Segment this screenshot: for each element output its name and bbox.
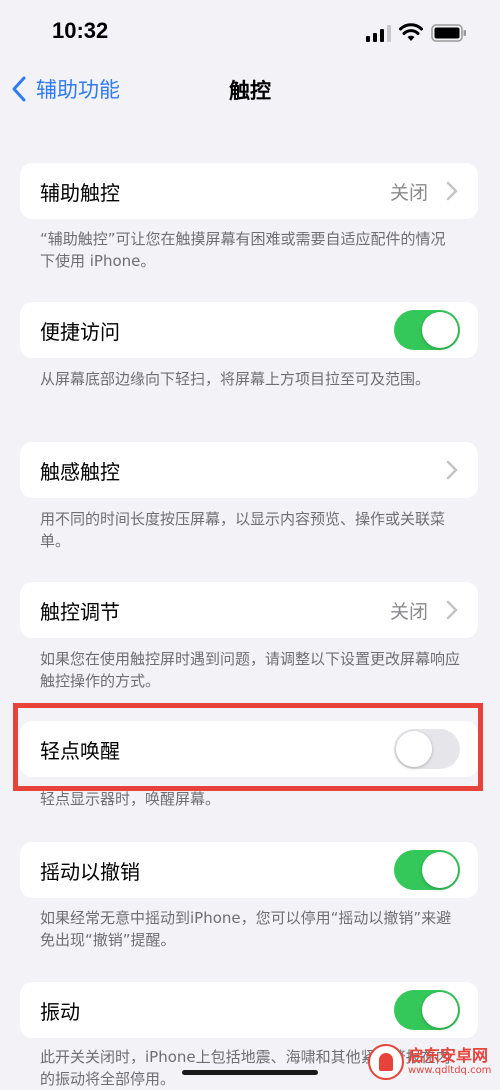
row-label: 辅助触控 bbox=[40, 181, 120, 205]
chevron-right-icon bbox=[446, 181, 458, 201]
watermark-url: www.qdltdq.com bbox=[408, 1064, 492, 1076]
row-label: 振动 bbox=[40, 1000, 80, 1024]
navigation-bar: 辅助功能 触控 bbox=[0, 64, 500, 114]
vibration-toggle[interactable] bbox=[394, 990, 460, 1030]
toggle-knob bbox=[422, 992, 458, 1028]
status-time: 10:32 bbox=[52, 18, 109, 43]
reachability-row: 便捷访问 bbox=[20, 302, 478, 358]
row-label: 触控调节 bbox=[40, 600, 120, 624]
reachability-description: 从屏幕底部边缘向下轻扫，将屏幕上方项目拉至可及范围。 bbox=[40, 370, 431, 388]
highlight-box bbox=[13, 703, 483, 791]
battery-icon bbox=[431, 24, 466, 42]
row-value: 关闭 bbox=[389, 182, 428, 204]
shake-to-undo-toggle[interactable] bbox=[394, 850, 460, 890]
status-bar: 10:32 bbox=[0, 0, 500, 64]
shake-to-undo-description: 如果经常无意中摇动到iPhone，您可以停用“摇动以撤销”来避免出现“撤销”提醒… bbox=[40, 909, 452, 949]
shake-to-undo-row: 摇动以撤销 bbox=[20, 842, 478, 898]
chevron-right-icon bbox=[446, 460, 458, 480]
watermark: 启东安卓网 www.qdltdq.com bbox=[368, 1040, 500, 1083]
touch-accommodations-description: 如果您在使用触控屏时遇到问题，请调整以下设置更改屏幕响应触控操作的方式。 bbox=[40, 650, 461, 690]
watermark-logo-icon bbox=[368, 1043, 404, 1080]
chevron-right-icon bbox=[446, 600, 458, 620]
home-indicator bbox=[182, 1070, 318, 1075]
row-value: 关闭 bbox=[389, 601, 428, 623]
row-label: 触感触控 bbox=[40, 460, 120, 484]
assistive-touch-description: “辅助触控”可让您在触摸屏幕有困难或需要自适应配件的情况下使用 iPhone。 bbox=[40, 230, 446, 270]
vibration-row: 振动 bbox=[20, 982, 478, 1038]
toggle-knob bbox=[422, 312, 458, 348]
watermark-name: 启东安卓网 bbox=[408, 1045, 489, 1065]
page-title: 触控 bbox=[229, 79, 271, 103]
row-label: 摇动以撤销 bbox=[40, 860, 140, 884]
touch-accommodations-row[interactable]: 触控调节 关闭 bbox=[20, 582, 478, 638]
cellular-signal-icon bbox=[366, 25, 391, 42]
haptic-touch-description: 用不同的时间长度按压屏幕，以显示内容预览、操作或关联菜单。 bbox=[40, 510, 446, 550]
toggle-knob bbox=[422, 852, 458, 888]
row-label: 便捷访问 bbox=[40, 320, 120, 344]
reachability-toggle[interactable] bbox=[394, 310, 460, 350]
watermark-text: 启东安卓网 www.qdltdq.com bbox=[408, 1045, 492, 1077]
wifi-icon bbox=[399, 23, 423, 41]
haptic-touch-row[interactable]: 触感触控 bbox=[20, 442, 478, 498]
tap-to-wake-description: 轻点显示器时，唤醒屏幕。 bbox=[40, 790, 221, 808]
assistive-touch-row[interactable]: 辅助触控 关闭 bbox=[20, 163, 478, 219]
